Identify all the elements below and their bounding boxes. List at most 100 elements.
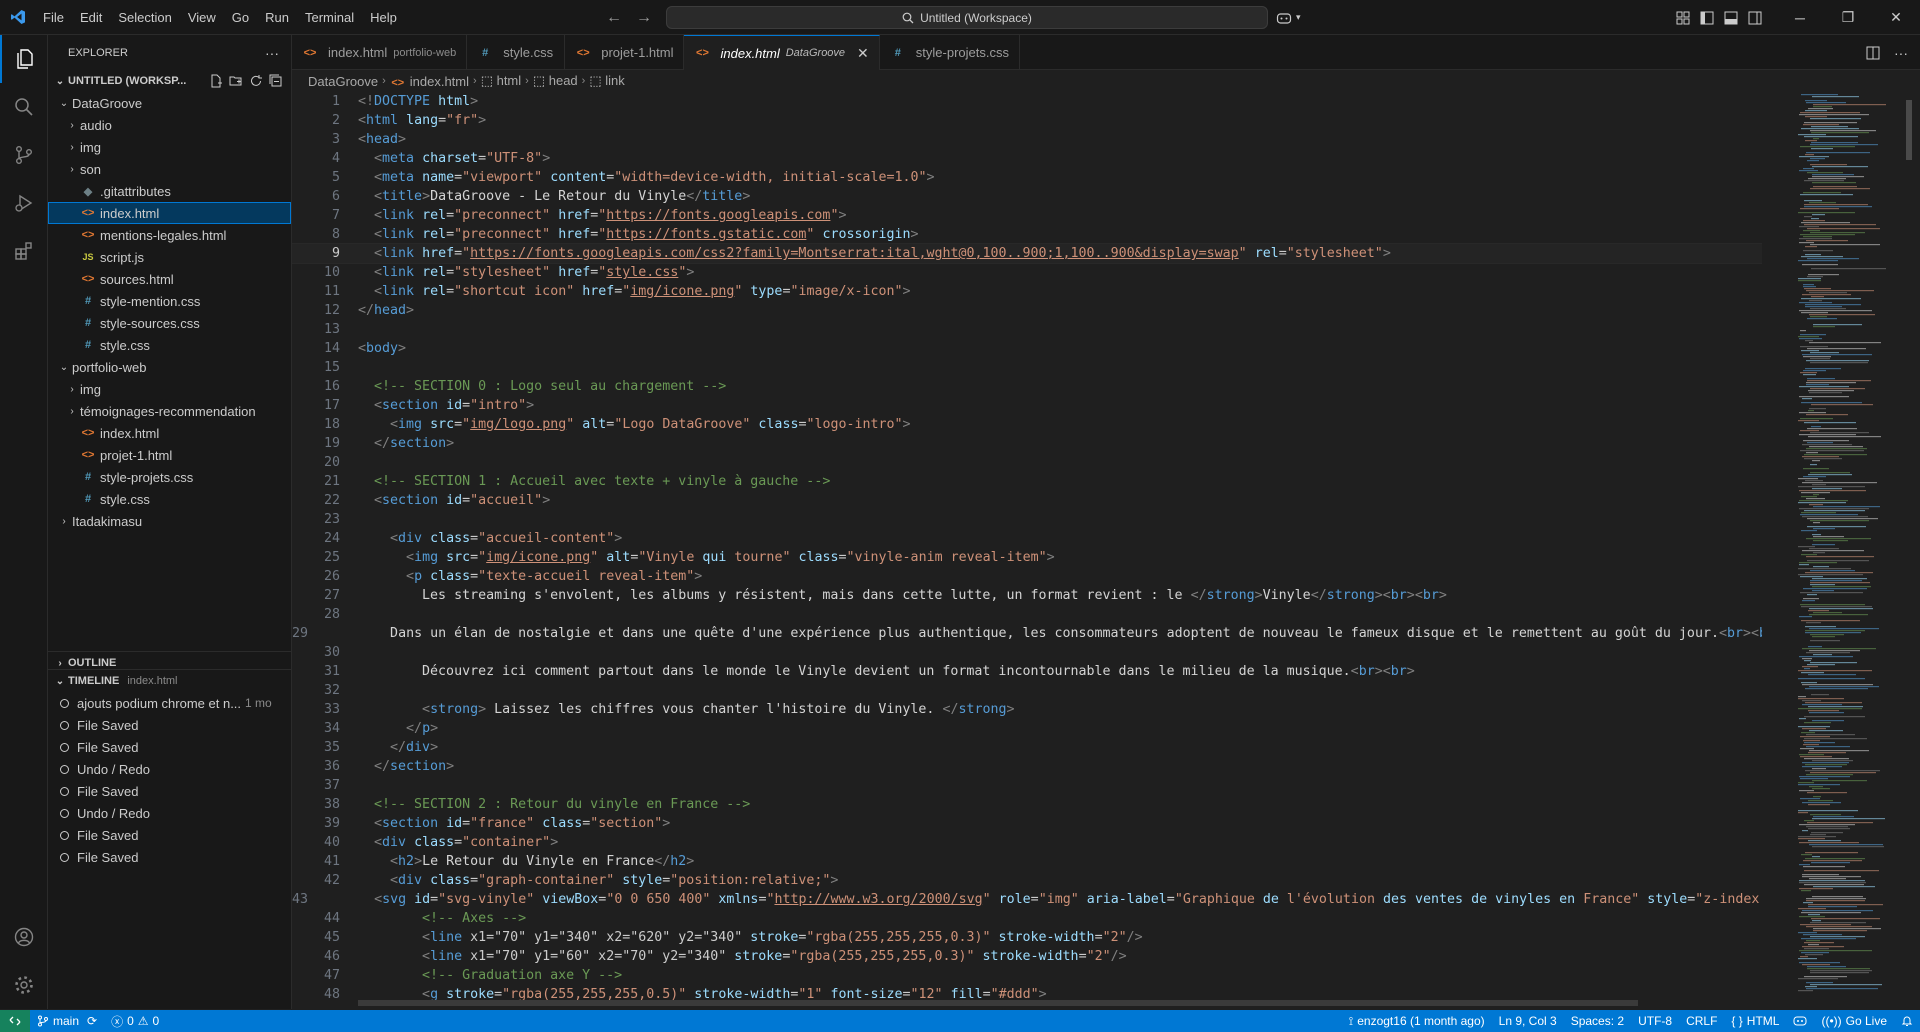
forward-arrow-icon[interactable]: → <box>636 9 652 27</box>
tab-index-html[interactable]: <> index.html portfolio-web <box>292 35 468 70</box>
restore-icon[interactable]: ❐ <box>1824 0 1872 35</box>
menu-item-view[interactable]: View <box>180 0 224 35</box>
breadcrumb-item[interactable]: ⬚ html <box>481 73 521 89</box>
timeline-item[interactable]: File Saved <box>48 736 291 758</box>
branch-status[interactable]: main ⟳ <box>30 1014 104 1028</box>
tree-folder[interactable]: › audio <box>48 114 291 136</box>
toggle-primary-sidebar-icon[interactable] <box>1700 11 1714 25</box>
breadcrumb-item[interactable]: <> index.html <box>390 74 469 89</box>
run-debug-icon[interactable] <box>0 179 48 227</box>
git-blame-status[interactable]: ⟟ enzogt16 (1 month ago) <box>1342 1014 1492 1029</box>
breadcrumb-item[interactable]: DataGroove <box>308 74 378 89</box>
tree-file[interactable]: # style.css <box>48 334 291 356</box>
problems-status[interactable]: ⓧ 0 ⚠ 0 <box>104 1013 166 1030</box>
tree-file[interactable]: <> mentions-legales.html <box>48 224 291 246</box>
accounts-icon[interactable] <box>0 913 48 961</box>
tree-file[interactable]: # style-projets.css <box>48 466 291 488</box>
timeline-item[interactable]: ajouts podium chrome et n... 1 mo <box>48 692 291 714</box>
tree-file[interactable]: # style.css <box>48 488 291 510</box>
close-icon[interactable]: ✕ <box>1872 0 1920 35</box>
menu-item-run[interactable]: Run <box>257 0 297 35</box>
tree-file[interactable]: <> projet-1.html <box>48 444 291 466</box>
settings-gear-icon[interactable] <box>0 961 48 1009</box>
tree-folder[interactable]: › son <box>48 158 291 180</box>
timeline-item[interactable]: File Saved <box>48 824 291 846</box>
tree-file[interactable]: <> index.html <box>48 202 291 224</box>
tree-folder[interactable]: ⌄ portfolio-web <box>48 356 291 378</box>
tab-projet-1-html[interactable]: <> projet-1.html <box>565 35 685 70</box>
tree-folder[interactable]: ⌄ DataGroove <box>48 92 291 114</box>
minimize-icon[interactable]: ─ <box>1776 0 1824 35</box>
timeline-header[interactable]: ⌄ TIMELINE index.html <box>48 670 291 692</box>
tree-item-label: style-mention.css <box>100 293 201 309</box>
menu-item-help[interactable]: Help <box>362 0 405 35</box>
copilot-status-icon[interactable] <box>1786 1015 1814 1027</box>
menu-item-selection[interactable]: Selection <box>110 0 179 35</box>
explorer-icon[interactable] <box>0 35 48 83</box>
tree-folder[interactable]: › témoignages-recommendation <box>48 400 291 422</box>
search-icon[interactable] <box>0 83 48 131</box>
timeline-item[interactable]: Undo / Redo <box>48 802 291 824</box>
breadcrumb-item[interactable]: ⬚ head <box>533 73 578 89</box>
tree-file[interactable]: # style-mention.css <box>48 290 291 312</box>
menu-item-terminal[interactable]: Terminal <box>297 0 362 35</box>
line-number: 4 <box>331 151 340 166</box>
extensions-icon[interactable] <box>0 227 48 275</box>
refresh-icon[interactable] <box>249 74 263 88</box>
tree-file[interactable]: <> index.html <box>48 422 291 444</box>
tree-file[interactable]: # style-sources.css <box>48 312 291 334</box>
cursor-position[interactable]: Ln 9, Col 3 <box>1492 1014 1564 1028</box>
timeline-item[interactable]: File Saved <box>48 846 291 868</box>
toggle-secondary-sidebar-icon[interactable] <box>1748 11 1762 25</box>
tab-style-projets-css[interactable]: # style-projets.css <box>880 35 1020 70</box>
new-file-icon[interactable] <box>209 74 223 88</box>
outline-label: OUTLINE <box>68 657 117 669</box>
timeline-item[interactable]: File Saved <box>48 780 291 802</box>
css-file-icon: # <box>84 471 92 483</box>
menu-item-edit[interactable]: Edit <box>72 0 110 35</box>
line-number: 1 <box>331 94 340 109</box>
menu-item-go[interactable]: Go <box>224 0 257 35</box>
tree-folder[interactable]: › Itadakimasu <box>48 510 291 532</box>
tab-style-css[interactable]: # style.css <box>467 35 566 70</box>
end-of-line[interactable]: CRLF <box>1679 1014 1724 1028</box>
more-actions-icon[interactable]: ··· <box>265 45 279 61</box>
tree-file[interactable]: JS script.js <box>48 246 291 268</box>
more-actions-icon[interactable]: ··· <box>1894 45 1908 61</box>
encoding[interactable]: UTF-8 <box>1631 1014 1679 1028</box>
menu-item-file[interactable]: File <box>35 0 72 35</box>
toggle-panel-icon[interactable] <box>1724 11 1738 25</box>
command-center[interactable]: Untitled (Workspace) <box>666 6 1268 29</box>
timeline-item[interactable]: File Saved <box>48 714 291 736</box>
chevron-right-icon: › <box>70 163 74 175</box>
minimap[interactable] <box>1790 92 1908 1009</box>
close-icon[interactable]: ✕ <box>857 45 869 62</box>
tree-file[interactable]: <> sources.html <box>48 268 291 290</box>
split-editor-icon[interactable] <box>1866 46 1880 60</box>
collapse-all-icon[interactable] <box>269 74 283 88</box>
breadcrumb-item[interactable]: ⬚ link <box>589 73 624 89</box>
language-mode[interactable]: { } HTML <box>1724 1014 1786 1028</box>
tree-folder[interactable]: › img <box>48 378 291 400</box>
new-folder-icon[interactable] <box>229 74 243 88</box>
tree-folder[interactable]: › img <box>48 136 291 158</box>
copilot-button[interactable]: ▾ <box>1276 0 1301 35</box>
code-editor[interactable]: 1 <!DOCTYPE html> 2 <html lang="fr"> 3 <head>… <box>292 92 1762 1009</box>
source-control-icon[interactable] <box>0 131 48 179</box>
code-line: 2 <html lang="fr"> <box>292 111 1762 130</box>
remote-icon[interactable] <box>0 1010 30 1032</box>
horizontal-scrollbar[interactable] <box>358 1000 1638 1006</box>
tab-index-html[interactable]: <> index.html DataGroove ✕ <box>684 35 880 70</box>
indentation[interactable]: Spaces: 2 <box>1564 1014 1631 1028</box>
timeline-item[interactable]: Undo / Redo <box>48 758 291 780</box>
tree-file[interactable]: ◆ .gitattributes <box>48 180 291 202</box>
history-icon <box>60 808 69 818</box>
back-arrow-icon[interactable]: ← <box>606 9 622 27</box>
go-live-button[interactable]: ((•)) Go Live <box>1814 1014 1894 1028</box>
code-line: 27 Les streaming s'envolent, les albums … <box>292 586 1762 605</box>
workspace-header[interactable]: ⌄ UNTITLED (WORKSP... <box>48 70 291 92</box>
line-number: 35 <box>323 740 340 755</box>
customize-layout-icon[interactable] <box>1676 11 1690 25</box>
vertical-scrollbar[interactable] <box>1906 100 1912 160</box>
notifications-bell-icon[interactable] <box>1894 1015 1920 1027</box>
